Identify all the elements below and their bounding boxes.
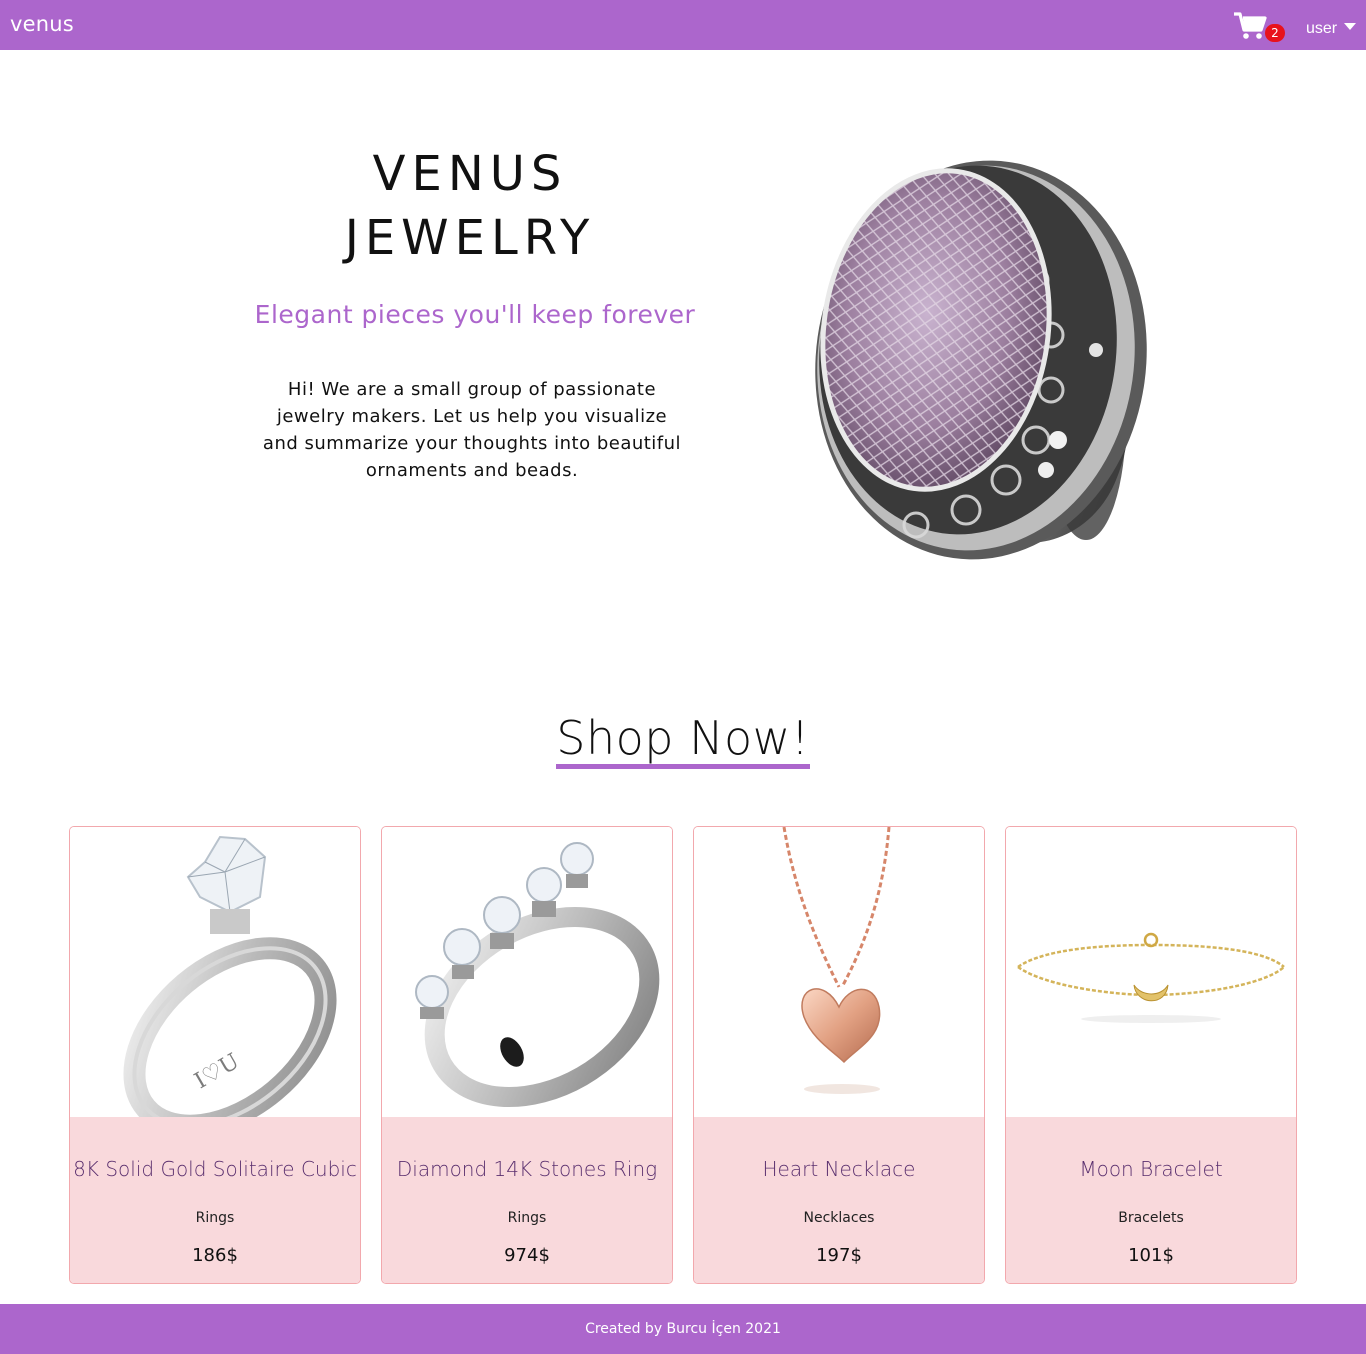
product-card[interactable]: Diamond 14K Stones Ring Rings 974$	[381, 826, 673, 1284]
cart-button[interactable]: 2	[1234, 12, 1286, 42]
product-category: Necklaces	[803, 1210, 875, 1226]
hero-tagline: Elegant pieces you'll keep forever	[254, 300, 696, 329]
shop-now-heading-wrap: Shop Now!	[0, 712, 1366, 769]
product-info: Moon Bracelet Bracelets 101$	[1006, 1117, 1296, 1283]
product-info: 8K Solid Gold Solitaire Cubic Rings 186$	[70, 1117, 360, 1283]
product-card[interactable]: I♡U 8K Solid Gold Solitaire Cubic Rings …	[69, 826, 361, 1284]
shop-now-heading: Shop Now!	[556, 712, 810, 769]
product-info: Heart Necklace Necklaces 197$	[694, 1117, 984, 1283]
user-label: user	[1306, 20, 1338, 37]
product-category: Rings	[195, 1210, 235, 1226]
product-image-solitaire-ring[interactable]: I♡U	[70, 827, 360, 1137]
product-card[interactable]: Heart Necklace Necklaces 197$	[693, 826, 985, 1284]
product-category: Rings	[507, 1210, 547, 1226]
hero-title: VENUS JEWELRY	[280, 142, 660, 270]
hero-title-line1: VENUS	[372, 146, 568, 202]
caret-down-icon	[1344, 22, 1357, 30]
footer: Created by Burcu İçen 2021	[0, 1304, 1366, 1354]
footer-credit: Created by Burcu İçen 2021	[585, 1321, 781, 1337]
product-name[interactable]: 8K Solid Gold Solitaire Cubic	[70, 1157, 360, 1181]
navbar: venus 2 user	[0, 0, 1366, 50]
product-info: Diamond 14K Stones Ring Rings 974$	[382, 1117, 672, 1283]
hero-title-line2: JEWELRY	[344, 210, 596, 266]
hero-ring-image	[796, 150, 1196, 578]
product-price: 186$	[192, 1245, 238, 1266]
product-price: 974$	[504, 1245, 550, 1266]
product-name[interactable]: Diamond 14K Stones Ring	[382, 1157, 672, 1181]
product-price: 197$	[816, 1245, 862, 1266]
brand-logo[interactable]: venus	[10, 12, 74, 36]
product-image-heart-necklace[interactable]	[694, 827, 984, 1117]
cart-count-badge: 2	[1265, 24, 1285, 42]
svg-text:I♡U: I♡U	[191, 1049, 244, 1094]
product-category: Bracelets	[1118, 1210, 1184, 1226]
product-card[interactable]: Moon Bracelet Bracelets 101$	[1005, 826, 1297, 1284]
product-image-diamond-ring[interactable]	[382, 827, 672, 1117]
user-menu[interactable]: user	[1306, 20, 1357, 38]
product-name[interactable]: Heart Necklace	[694, 1157, 984, 1181]
product-name[interactable]: Moon Bracelet	[1006, 1157, 1296, 1181]
product-price: 101$	[1128, 1245, 1174, 1266]
shopping-cart-icon	[1234, 12, 1267, 39]
hero-intro-text: Hi! We are a small group of passionate j…	[262, 379, 682, 481]
product-image-moon-bracelet[interactable]	[1006, 827, 1296, 1117]
